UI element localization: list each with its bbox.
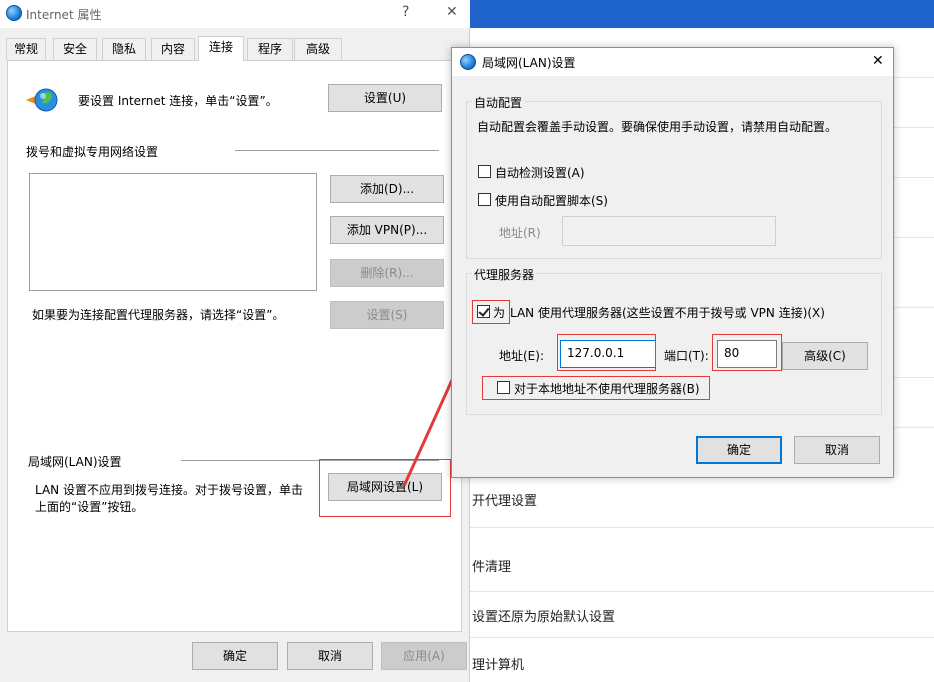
use-proxy-label: LAN 使用代理服务器(这些设置不用于拨号或 VPN 连接)(X) xyxy=(510,306,825,320)
script-address-label: 地址(R) xyxy=(499,226,541,240)
background-list-item[interactable]: 设置还原为原始默认设置 xyxy=(470,592,934,638)
background-item-label: 设置还原为原始默认设置 xyxy=(472,610,616,625)
window-titlebar: Internet 属性 ? ✕ xyxy=(0,0,470,28)
auto-config-description: 自动配置会覆盖手动设置。要确保使用手动设置，请禁用自动配置。 xyxy=(477,120,838,134)
ok-button[interactable]: 确定 xyxy=(696,436,782,464)
dialog-title: 局域网(LAN)设置 xyxy=(482,56,576,70)
add-button[interactable]: 添加(D)... xyxy=(330,175,444,203)
background-list-item[interactable]: 开代理设置 xyxy=(470,478,934,528)
auto-detect-checkbox[interactable] xyxy=(478,165,491,178)
auto-detect-label: 自动检测设置(A) xyxy=(495,166,585,180)
background-list-item[interactable]: 件清理 xyxy=(470,528,934,592)
port-label: 端口(T): xyxy=(664,349,709,363)
setup-text: 要设置 Internet 连接，单击“设置”。 xyxy=(78,94,278,108)
tab-privacy[interactable]: 隐私 xyxy=(102,38,146,60)
setup-button[interactable]: 设置(U) xyxy=(328,84,442,112)
background-item-label: 开代理设置 xyxy=(472,494,538,509)
auto-config-heading: 自动配置 xyxy=(472,94,525,111)
lan-description-line1: LAN 设置不应用到拨号连接。对于拨号设置，单击 xyxy=(35,483,303,497)
auto-script-label: 使用自动配置脚本(S) xyxy=(495,194,608,208)
close-icon[interactable]: ✕ xyxy=(872,53,884,69)
delete-button[interactable]: 删除(R)... xyxy=(330,259,444,287)
internet-properties-window: Internet 属性 ? ✕ 常规 安全 隐私 内容 连接 程序 高级 要设置… xyxy=(0,0,470,682)
script-address-input[interactable] xyxy=(562,216,776,246)
connections-listbox[interactable] xyxy=(29,173,317,291)
tab-general[interactable]: 常规 xyxy=(6,38,46,60)
internet-globe-icon xyxy=(460,54,476,70)
help-icon[interactable]: ? xyxy=(402,4,409,20)
tab-content[interactable]: 内容 xyxy=(151,38,195,60)
proxy-address-label: 地址(E): xyxy=(499,349,544,363)
settings-button[interactable]: 设置(S) xyxy=(330,301,444,329)
tab-advanced[interactable]: 高级 xyxy=(294,38,342,60)
dialup-heading: 拨号和虚拟专用网络设置 xyxy=(26,145,159,159)
background-list-item[interactable]: 理计算机 xyxy=(470,638,934,682)
lan-settings-dialog: 局域网(LAN)设置 ✕ 自动配置 自动配置会覆盖手动设置。要确保使用手动设置，… xyxy=(451,47,894,478)
advanced-button[interactable]: 高级(C) xyxy=(782,342,868,370)
cancel-button[interactable]: 取消 xyxy=(287,642,373,670)
annotation-highlight-lan-button xyxy=(319,459,451,517)
annotation-highlight-bypass xyxy=(482,376,710,400)
lan-heading: 局域网(LAN)设置 xyxy=(28,455,122,469)
cancel-button[interactable]: 取消 xyxy=(794,436,880,464)
window-title: Internet 属性 xyxy=(26,8,102,22)
apply-button[interactable]: 应用(A) xyxy=(381,642,467,670)
tab-programs[interactable]: 程序 xyxy=(247,38,293,60)
background-topbar xyxy=(470,0,934,28)
ok-button[interactable]: 确定 xyxy=(192,642,278,670)
background-item-label: 件清理 xyxy=(472,560,512,575)
auto-script-checkbox[interactable] xyxy=(478,193,491,206)
annotation-highlight-address xyxy=(557,334,656,371)
network-globe-icon xyxy=(26,88,58,112)
annotation-highlight-checkbox xyxy=(472,300,510,324)
connections-panel: 要设置 Internet 连接，单击“设置”。 设置(U) 拨号和虚拟专用网络设… xyxy=(7,60,462,632)
close-icon[interactable]: ✕ xyxy=(446,4,458,20)
internet-globe-icon xyxy=(6,5,22,21)
tab-connections[interactable]: 连接 xyxy=(198,36,244,61)
background-item-label: 理计算机 xyxy=(472,658,525,673)
annotation-highlight-port xyxy=(712,334,782,371)
dialog-titlebar: 局域网(LAN)设置 ✕ xyxy=(452,48,893,76)
lan-description-line2: 上面的“设置”按钮。 xyxy=(35,500,144,514)
proxy-server-heading: 代理服务器 xyxy=(472,266,537,283)
proxy-hint: 如果要为连接配置代理服务器，请选择“设置”。 xyxy=(32,308,285,322)
add-vpn-button[interactable]: 添加 VPN(P)... xyxy=(330,216,444,244)
dialup-divider xyxy=(235,150,439,151)
tab-security[interactable]: 安全 xyxy=(53,38,97,60)
